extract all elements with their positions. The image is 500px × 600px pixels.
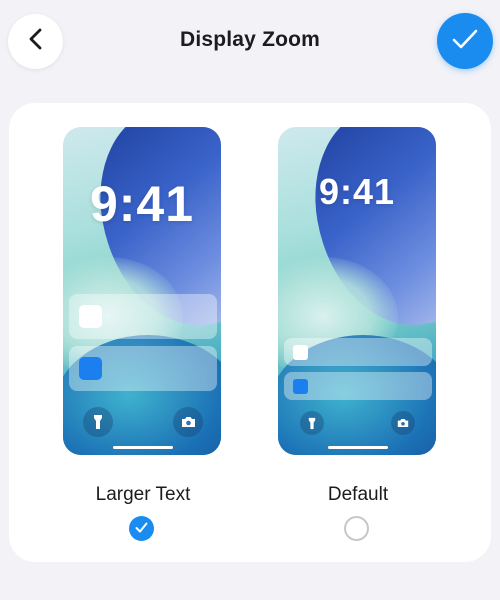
notification-icon [293, 345, 308, 360]
preview-clock: 9:41 [89, 176, 195, 232]
home-indicator [113, 446, 173, 449]
option-label: Default [327, 484, 389, 505]
home-indicator [328, 446, 388, 449]
checkmark-icon [135, 520, 148, 538]
page-title: Display Zoom [179, 28, 321, 51]
radio-selected[interactable] [129, 516, 154, 541]
flashlight-icon [83, 407, 113, 437]
flashlight-icon [300, 411, 324, 435]
notification-icon [293, 379, 308, 394]
default-preview: 9:41 [278, 127, 436, 455]
done-button[interactable] [437, 13, 493, 69]
radio-unselected[interactable] [344, 516, 369, 541]
preview-notification [284, 338, 432, 366]
larger-text-preview: 9:41 [63, 127, 221, 455]
option-default[interactable]: 9:41 Default [278, 103, 438, 562]
option-label: Larger Text [95, 484, 191, 505]
zoom-options-card: 9:41 Larger Text 9:41 Default [9, 103, 491, 562]
preview-notification [69, 294, 217, 339]
checkmark-icon [452, 28, 478, 55]
preview-notification [284, 372, 432, 400]
notification-icon [79, 305, 102, 328]
option-larger-text[interactable]: 9:41 Larger Text [63, 103, 223, 562]
notification-icon [79, 357, 102, 380]
preview-clock: 9:41 [318, 171, 396, 212]
preview-notification [69, 346, 217, 391]
camera-icon [391, 411, 415, 435]
camera-icon [173, 407, 203, 437]
